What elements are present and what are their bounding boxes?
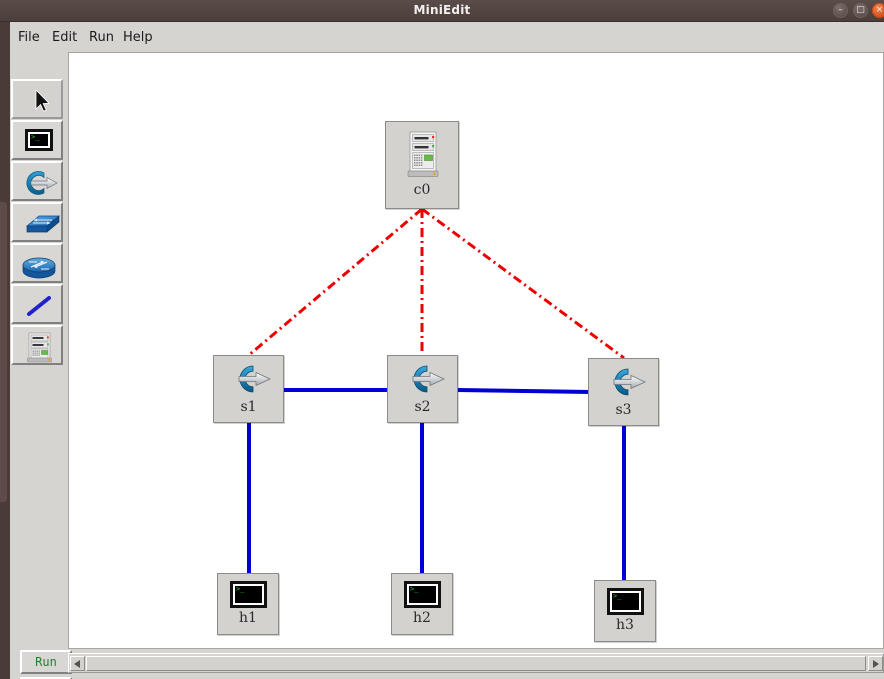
maximize-button[interactable]: □ [853,3,868,18]
node-s2[interactable]: s2 [387,355,458,423]
chevron-right-icon [873,660,879,668]
topology-canvas[interactable]: c0 s1 s2 s3 >_ h1 >_ h2 >_ h3 [68,52,884,649]
node-c0[interactable]: c0 [385,121,459,209]
link-c0-s3 [421,207,625,360]
legacy-router-tool[interactable] [11,243,63,283]
host-node-icon: >_ [404,581,441,608]
legacy-router-icon [13,245,61,281]
node-h2[interactable]: >_ h2 [391,573,453,635]
switch-tool[interactable] [11,161,63,201]
chevron-left-icon [74,660,80,668]
control-links [248,207,625,360]
link-s2-s3 [456,388,591,394]
minedit-window: MiniEdit – □ × File Edit Run Help >_ Run… [0,0,884,679]
link-icon [13,286,61,322]
node-label-s3: s3 [615,402,632,418]
host-icon: >_ [13,122,61,158]
left-scroll-arrow[interactable] [70,656,85,671]
node-label-h2: h2 [413,610,431,626]
window-title: MiniEdit [413,3,471,17]
node-label-s1: s1 [240,399,257,415]
maximize-icon: □ [856,5,865,15]
controller-node-icon [403,130,443,182]
minimize-button[interactable]: – [833,3,848,18]
node-s3[interactable]: s3 [588,358,659,426]
title-bar[interactable]: MiniEdit – □ × [0,0,884,22]
right-scroll-arrow[interactable] [868,656,883,671]
minimize-icon: – [838,5,843,15]
close-button[interactable]: × [872,3,884,18]
menu-file[interactable]: File [13,28,45,47]
tool-palette: >_ Run [10,52,72,679]
node-h1[interactable]: >_ h1 [217,573,279,635]
switch-node-icon [225,361,275,399]
controller-icon [13,327,61,363]
node-h3[interactable]: >_ h3 [594,580,656,642]
canvas-surface[interactable]: c0 s1 s2 s3 >_ h1 >_ h2 >_ h3 [69,53,883,648]
controller-tool[interactable] [11,325,63,365]
node-label-s2: s2 [414,399,431,415]
links-layer [247,207,626,582]
host-tool[interactable]: >_ [11,120,63,160]
node-label-h3: h3 [616,617,634,633]
switch-icon [13,163,61,199]
select-tool[interactable] [11,79,63,119]
link-c0-s1 [248,207,423,357]
desktop-edge [0,22,10,679]
menu-bar: File Edit Run Help [10,22,884,52]
desktop-edge-highlight [0,202,7,502]
run-button[interactable]: Run [20,650,72,674]
link-tool[interactable] [11,284,63,324]
horizontal-scrollbar[interactable] [68,653,884,673]
switch-node-icon [600,364,650,402]
application-body: File Edit Run Help >_ Run c0 s1 s2 s3 >_… [10,22,884,679]
node-s1[interactable]: s1 [213,355,284,423]
menu-run[interactable]: Run [84,28,119,47]
horizontal-scroll-thumb[interactable] [86,656,866,671]
close-icon: × [875,5,884,15]
menu-edit[interactable]: Edit [47,28,82,47]
switch-node-icon [399,361,449,399]
host-node-icon: >_ [230,581,267,608]
legacy-switch-tool[interactable] [11,202,63,242]
legacy-switch-icon [13,204,61,240]
node-label-c0: c0 [413,182,431,198]
cursor-icon [13,81,61,117]
host-node-icon: >_ [607,588,644,615]
menu-help[interactable]: Help [118,28,158,47]
node-label-h1: h1 [239,610,257,626]
